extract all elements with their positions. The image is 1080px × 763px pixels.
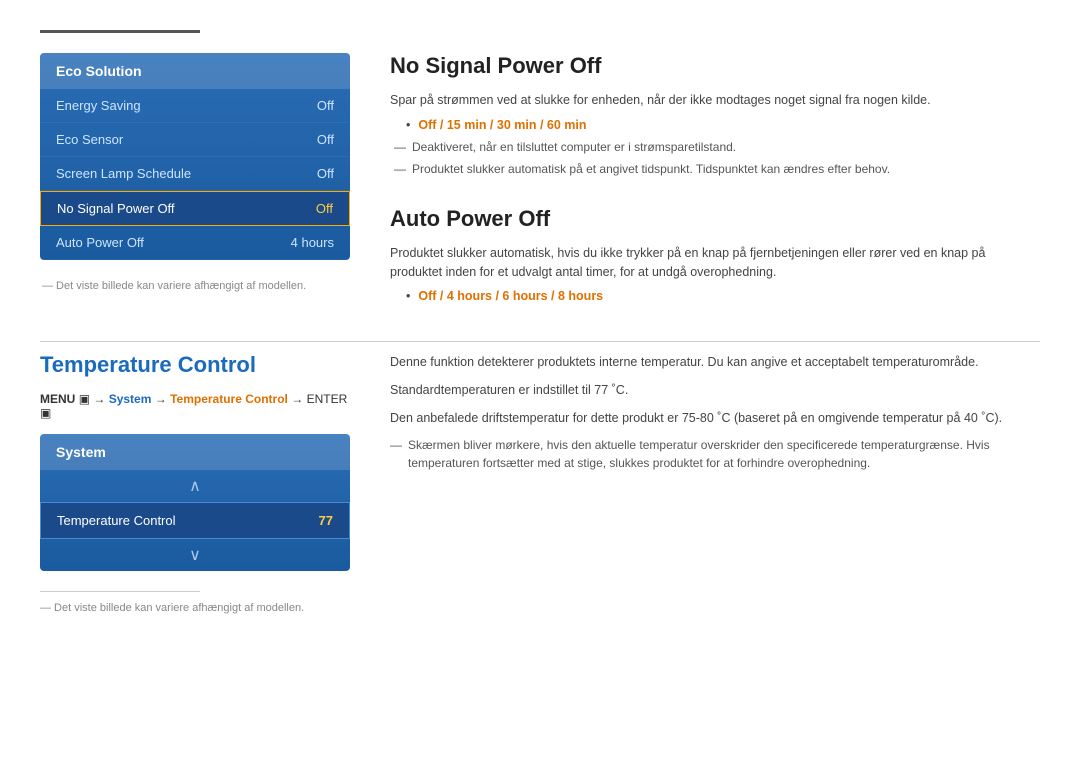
menu-item-eco-sensor-label: Eco Sensor <box>56 132 123 147</box>
system-temp-label: Temperature Control <box>57 513 176 528</box>
top-divider <box>40 30 200 33</box>
no-signal-desc: Spar på strømmen ved at slukke for enhed… <box>390 91 1040 110</box>
chevron-down-icon[interactable]: ∨ <box>40 539 350 571</box>
auto-power-desc: Produktet slukker automatisk, hvis du ik… <box>390 244 1040 282</box>
menu-item-energy-saving[interactable]: Energy Saving Off <box>40 89 350 123</box>
temp-footnote: — Det viste billede kan variere afhængig… <box>40 602 350 614</box>
system-temp-value: 77 <box>319 513 333 528</box>
menu-item-screen-lamp[interactable]: Screen Lamp Schedule Off <box>40 157 350 191</box>
menu-path-temp: Temperature Control <box>170 392 288 406</box>
menu-path: MENU ▣ → System → Temperature Control → … <box>40 392 350 420</box>
temp-note: Skærmen bliver mørkere, hvis den aktuell… <box>390 436 1040 472</box>
no-signal-section: No Signal Power Off Spar på strømmen ved… <box>390 53 1040 178</box>
no-signal-title: No Signal Power Off <box>390 53 1040 79</box>
temp-desc1: Denne funktion detekterer produktets int… <box>390 352 1040 372</box>
menu-path-arrow1: ▣ → <box>79 392 109 406</box>
menu-item-screen-lamp-value: Off <box>317 166 334 181</box>
menu-item-auto-power[interactable]: Auto Power Off 4 hours <box>40 226 350 260</box>
no-signal-note1: Deaktiveret, når en tilsluttet computer … <box>394 138 1040 156</box>
menu-item-no-signal[interactable]: No Signal Power Off Off <box>40 191 350 226</box>
temp-desc2: Standardtemperaturen er indstillet til 7… <box>390 380 1040 400</box>
menu-item-auto-power-value: 4 hours <box>291 235 334 250</box>
temp-section: Temperature Control MENU ▣ → System → Te… <box>0 352 1080 614</box>
no-signal-bullet: Off / 15 min / 30 min / 60 min <box>406 118 1040 132</box>
auto-power-options: Off / 4 hours / 6 hours / 8 hours <box>418 289 603 303</box>
eco-solution-header: Eco Solution <box>40 53 350 89</box>
auto-power-title: Auto Power Off <box>390 206 1040 232</box>
eco-footnote: — Det viste billede kan variere afhængig… <box>40 280 350 292</box>
mid-divider <box>40 341 1040 342</box>
menu-item-energy-saving-value: Off <box>317 98 334 113</box>
eco-solution-menu: Eco Solution Energy Saving Off Eco Senso… <box>40 53 350 260</box>
temp-footnote-divider <box>40 591 200 592</box>
menu-item-eco-sensor[interactable]: Eco Sensor Off <box>40 123 350 157</box>
menu-item-auto-power-label: Auto Power Off <box>56 235 144 250</box>
system-header: System <box>40 434 350 470</box>
temp-desc3: Den anbefalede driftstemperatur for dett… <box>390 408 1040 428</box>
temp-heading: Temperature Control <box>40 352 350 378</box>
auto-power-bullet: Off / 4 hours / 6 hours / 8 hours <box>406 289 1040 303</box>
temp-left: Temperature Control MENU ▣ → System → Te… <box>40 352 350 614</box>
menu-item-screen-lamp-label: Screen Lamp Schedule <box>56 166 191 181</box>
no-signal-note2: Produktet slukker automatisk på et angiv… <box>394 160 1040 178</box>
auto-power-section: Auto Power Off Produktet slukker automat… <box>390 206 1040 304</box>
right-panel: No Signal Power Off Spar på strømmen ved… <box>390 53 1040 331</box>
menu-item-no-signal-value: Off <box>316 201 333 216</box>
main-content: Eco Solution Energy Saving Off Eco Senso… <box>0 53 1080 331</box>
menu-item-energy-saving-label: Energy Saving <box>56 98 141 113</box>
menu-item-eco-sensor-value: Off <box>317 132 334 147</box>
chevron-up-icon[interactable]: ∧ <box>40 470 350 502</box>
menu-keyword: MENU <box>40 392 75 406</box>
no-signal-options: Off / 15 min / 30 min / 60 min <box>418 118 586 132</box>
menu-item-no-signal-label: No Signal Power Off <box>57 201 175 216</box>
system-temp-item[interactable]: Temperature Control 77 <box>40 502 350 539</box>
temp-right: Denne funktion detekterer produktets int… <box>390 352 1040 614</box>
menu-path-arrow2: → <box>155 392 170 406</box>
page: Eco Solution Energy Saving Off Eco Senso… <box>0 0 1080 614</box>
left-panel: Eco Solution Energy Saving Off Eco Senso… <box>40 53 350 331</box>
menu-path-system: System <box>109 392 152 406</box>
system-menu: System ∧ Temperature Control 77 ∨ <box>40 434 350 571</box>
